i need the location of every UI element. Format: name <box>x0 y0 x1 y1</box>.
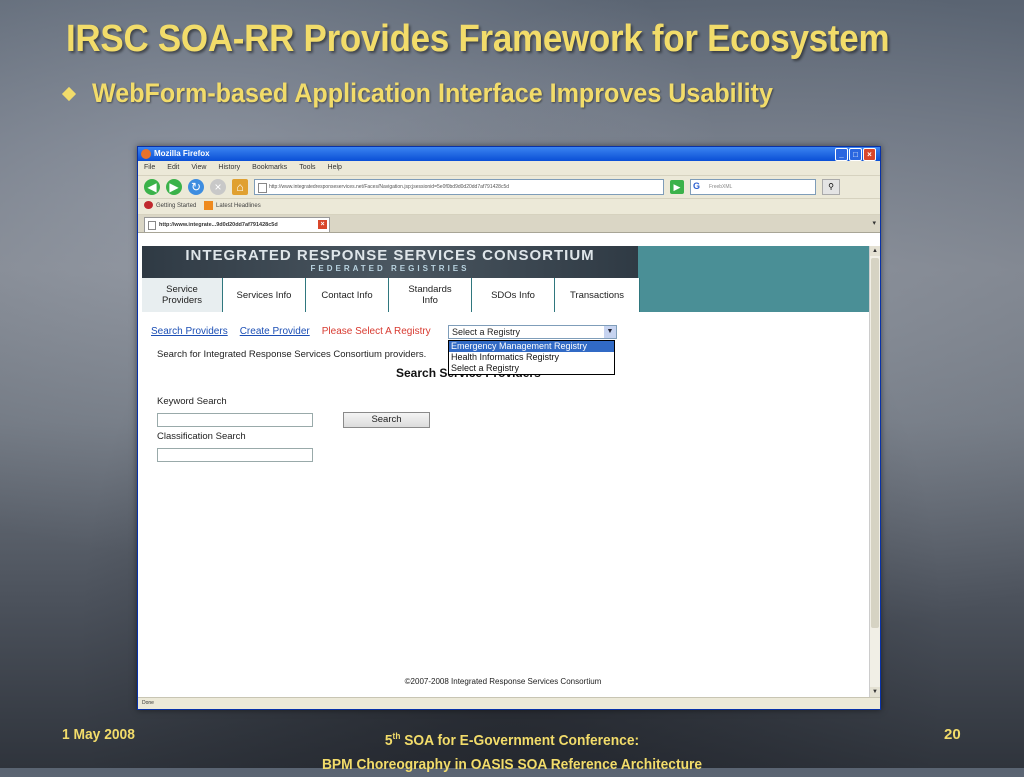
status-bar: Done <box>138 697 880 709</box>
site-nav-tabs: Service Providers Services Info Contact … <box>142 278 640 312</box>
tab-sdos-info[interactable]: SDOs Info <box>472 278 555 312</box>
tab-transactions[interactable]: Transactions <box>555 278 640 312</box>
classification-search-input[interactable] <box>157 448 313 462</box>
search-magnifier-icon[interactable]: ⚲ <box>822 179 840 195</box>
scroll-up-icon[interactable]: ▲ <box>870 246 880 256</box>
stop-icon[interactable]: × <box>210 179 226 195</box>
tab-list-icon[interactable]: ▾ <box>872 219 876 227</box>
chevron-down-icon[interactable]: ▼ <box>604 326 616 338</box>
bookmark-latest-headlines[interactable]: Latest Headlines <box>216 203 261 209</box>
maximize-button[interactable]: □ <box>849 148 862 161</box>
tab-bar: http://www.integrate...9d0d20dd7af791428… <box>138 215 880 233</box>
page-number: 20 <box>944 726 961 743</box>
classification-search-label: Classification Search <box>157 431 246 442</box>
registry-option-select[interactable]: Select a Registry <box>449 363 614 374</box>
menu-bookmarks[interactable]: Bookmarks <box>252 161 287 175</box>
tab-services-info[interactable]: Services Info <box>223 278 306 312</box>
registry-selected-value: Select a Registry <box>452 327 521 337</box>
menu-file[interactable]: File <box>144 161 155 175</box>
forward-arrow-icon[interactable]: ▶ <box>166 179 182 195</box>
registry-select[interactable]: Select a Registry ▼ <box>448 325 617 339</box>
bookmark-getting-started[interactable]: Getting Started <box>156 203 196 209</box>
bullet-text: WebForm-based Application Interface Impr… <box>92 78 773 108</box>
firefox-logo-icon <box>141 149 151 159</box>
scroll-down-icon[interactable]: ▼ <box>870 687 880 697</box>
window-title: Mozilla Firefox <box>154 149 210 158</box>
back-arrow-icon[interactable]: ◀ <box>144 179 160 195</box>
scroll-thumb[interactable] <box>871 258 879 628</box>
menu-help[interactable]: Help <box>328 161 342 175</box>
reload-icon[interactable]: ↻ <box>188 179 204 195</box>
home-icon[interactable]: ⌂ <box>232 179 248 195</box>
search-providers-link[interactable]: Search Providers <box>151 326 228 337</box>
page-description: Search for Integrated Response Services … <box>157 349 427 360</box>
slide-title: IRSC SOA-RR Provides Framework for Ecosy… <box>66 18 890 60</box>
tab-contact-info[interactable]: Contact Info <box>306 278 389 312</box>
registry-dropdown: Emergency Management Registry Health Inf… <box>448 340 615 375</box>
menu-view[interactable]: View <box>191 161 206 175</box>
window-titlebar: Mozilla Firefox _ □ × <box>138 147 880 161</box>
tab-service-providers[interactable]: Service Providers <box>142 278 223 312</box>
banner-accent <box>638 246 870 312</box>
site-banner: INTEGRATED RESPONSE SERVICES CONSORTIUM … <box>142 246 870 312</box>
menu-history[interactable]: History <box>218 161 240 175</box>
menu-edit[interactable]: Edit <box>167 161 179 175</box>
keyword-search-label: Keyword Search <box>157 396 227 407</box>
browser-window: Mozilla Firefox _ □ × File Edit View His… <box>137 146 881 710</box>
registry-warning: Please Select A Registry <box>321 326 431 337</box>
banner-subtitle: FEDERATED REGISTRIES <box>310 264 470 273</box>
footer-ordinal-suffix: th <box>392 731 401 741</box>
tab-title: http://www.integrate...9d0d20dd7af791428… <box>159 222 278 228</box>
vertical-scrollbar[interactable]: ▲ ▼ <box>869 246 880 697</box>
keyword-search-input[interactable] <box>157 413 313 427</box>
footer-conference-name: SOA for E-Government Conference: <box>400 732 640 749</box>
menu-bar: File Edit View History Bookmarks Tools H… <box>138 161 880 176</box>
getting-started-icon <box>144 201 153 210</box>
banner-title: INTEGRATED RESPONSE SERVICES CONSORTIUM <box>185 247 595 264</box>
copyright-text: ©2007-2008 Integrated Response Services … <box>404 677 602 686</box>
go-button[interactable]: ▶ <box>670 180 684 194</box>
diamond-bullet-icon <box>61 86 77 102</box>
browser-tab[interactable]: http://www.integrate...9d0d20dd7af791428… <box>144 217 330 232</box>
close-window-button[interactable]: × <box>863 148 876 161</box>
page-content: INTEGRATED RESPONSE SERVICES CONSORTIUM … <box>138 246 870 697</box>
search-engine-input[interactable]: FreebXML <box>690 179 816 195</box>
close-tab-icon[interactable]: × <box>318 220 327 229</box>
slide-bullet: WebForm-based Application Interface Impr… <box>61 78 824 109</box>
create-provider-link[interactable]: Create Provider <box>240 326 310 337</box>
action-links: Search Providers Create Provider Please … <box>151 326 431 337</box>
footer-line-2: BPM Choreography in OASIS SOA Reference … <box>321 756 703 773</box>
bookmarks-toolbar: Getting Started Latest Headlines <box>138 199 880 215</box>
menu-tools[interactable]: Tools <box>299 161 315 175</box>
navigation-toolbar: ◀ ▶ ↻ × ⌂ http://www.integratedresponses… <box>138 176 880 199</box>
url-input[interactable]: http://www.integratedresponseservices.ne… <box>254 179 664 195</box>
footer-conference: 5th SOA for E-Government Conference: BPM… <box>41 724 983 777</box>
tab-standards-info[interactable]: Standards Info <box>389 278 472 312</box>
minimize-button[interactable]: _ <box>835 148 848 161</box>
registry-option-health[interactable]: Health Informatics Registry <box>449 352 614 363</box>
registry-option-emergency[interactable]: Emergency Management Registry <box>449 341 614 352</box>
search-button[interactable]: Search <box>343 412 430 428</box>
footer-line-1: 5th SOA for E-Government Conference: <box>41 724 983 753</box>
rss-feed-icon <box>204 200 214 210</box>
